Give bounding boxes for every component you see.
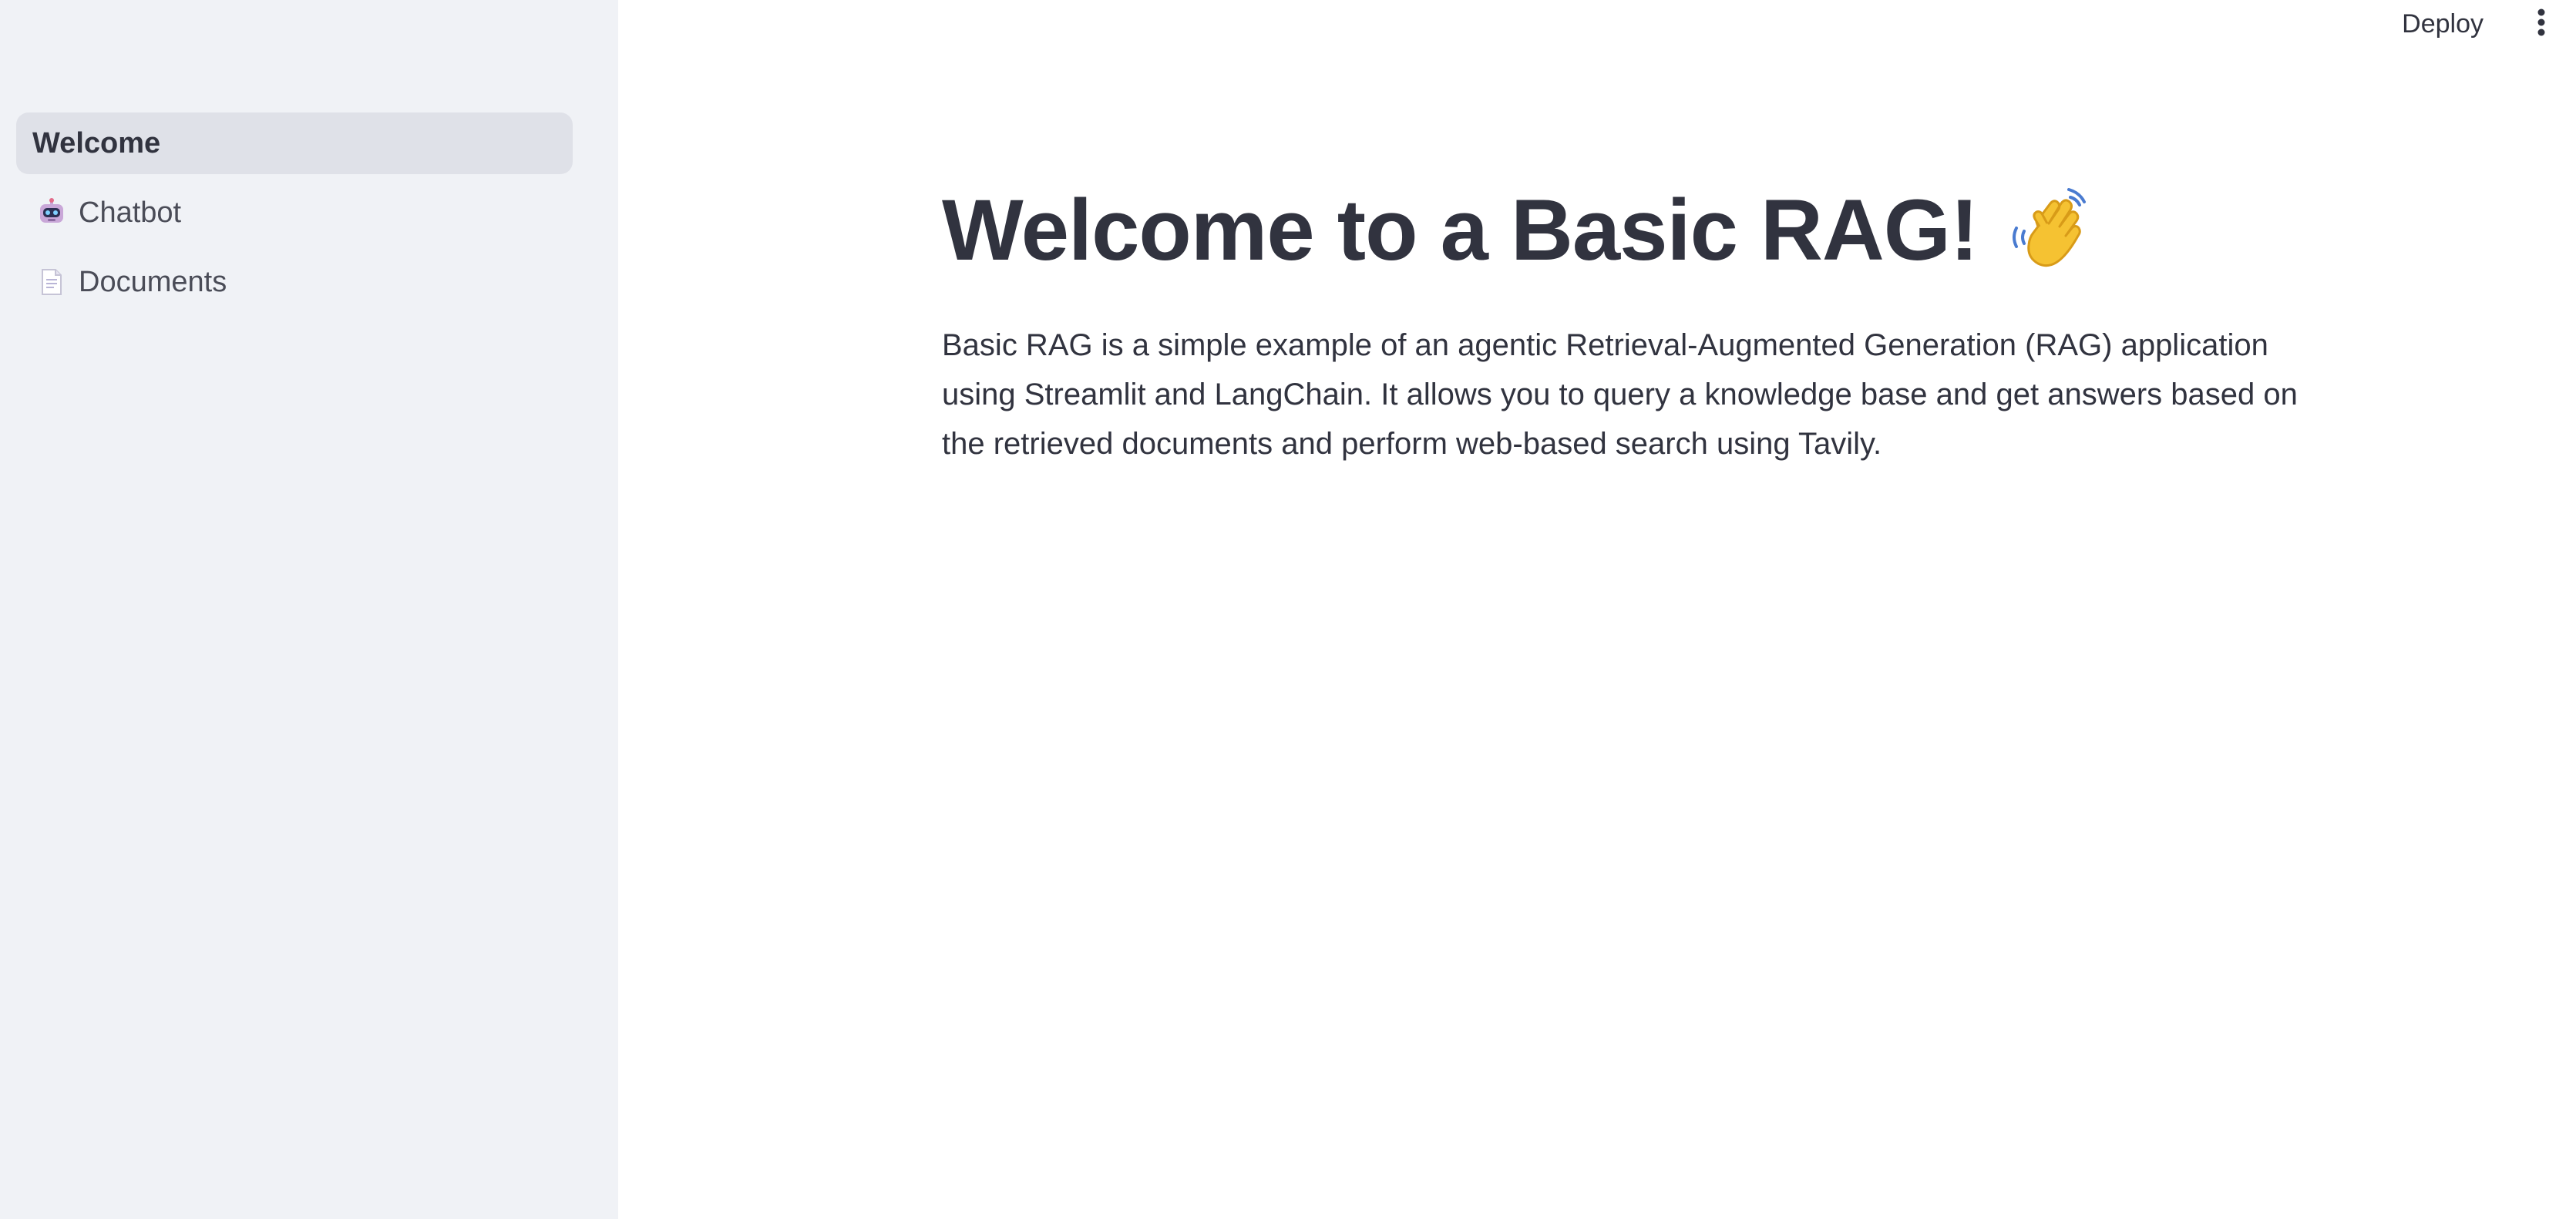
page-title: Welcome to a Basic RAG! [942,181,1979,278]
sidebar-item-label: Documents [79,265,227,298]
sidebar-item-documents[interactable]: Documents [16,251,573,313]
title-row: Welcome to a Basic RAG! [942,176,2314,284]
top-header: Deploy [618,0,2576,49]
sidebar: Welcome Chatbot Documents [0,0,618,1219]
waving-hand-icon [2006,183,2098,276]
sidebar-item-label: Chatbot [79,196,182,229]
vertical-dots-icon [2536,7,2547,42]
main-content: Welcome to a Basic RAG! Basic RAG is a s… [942,176,2314,499]
sidebar-item-label: Welcome [32,126,161,160]
deploy-button[interactable]: Deploy [2386,6,2499,42]
main-menu-button[interactable] [2524,6,2559,42]
app-window: Welcome Chatbot Documents Deploy Welcome… [0,0,2576,1219]
description-text: Basic RAG is a simple example of an agen… [942,328,2298,461]
sidebar-item-chatbot[interactable]: Chatbot [16,182,573,243]
sidebar-item-welcome[interactable]: Welcome [16,112,573,174]
deploy-label: Deploy [2402,8,2484,39]
page-icon [36,267,67,297]
sidebar-nav: Welcome Chatbot Documents [16,112,573,321]
robot-icon [36,197,67,228]
